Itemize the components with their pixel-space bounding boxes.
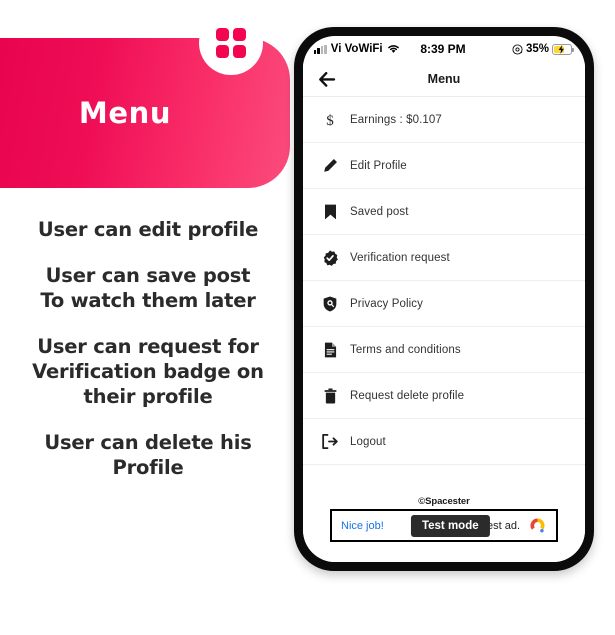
shield-eye-icon	[319, 295, 341, 312]
ad-area: ©Spacester Nice job! test ad. Test mode	[303, 494, 585, 562]
page-title: Menu	[427, 72, 461, 86]
menu-item-earnings[interactable]: $ Earnings : $0.107	[303, 97, 585, 143]
four-squares-grid-icon	[216, 28, 246, 58]
menu-item-label: Terms and conditions	[350, 343, 461, 356]
ad-link[interactable]: Nice job!	[341, 520, 384, 532]
admob-logo-icon	[530, 518, 545, 533]
menu-item-label: Saved post	[350, 205, 409, 218]
carrier-label: Vi VoWiFi	[330, 43, 383, 55]
document-icon	[319, 342, 341, 358]
location-services-icon	[512, 43, 523, 55]
feature-item: User can save post To watch them later	[40, 263, 256, 312]
status-bar: Vi VoWiFi 8:39 PM 35%	[303, 36, 585, 62]
menu-item-label: Verification request	[350, 251, 450, 264]
back-arrow-icon[interactable]	[317, 69, 337, 89]
grid-dot	[233, 45, 246, 58]
status-time: 8:39 PM	[420, 42, 466, 56]
menu-item-label: Privacy Policy	[350, 297, 423, 310]
feature-item: User can request for Verification badge …	[32, 334, 264, 408]
battery-charging-icon	[552, 43, 575, 55]
battery-percent-label: 35%	[525, 43, 550, 55]
watermark-label: ©Spacester	[418, 496, 470, 507]
dollar-sign-icon: $	[319, 111, 341, 128]
grid-dot	[233, 28, 246, 41]
grid-dot	[216, 28, 229, 41]
menu-item-logout[interactable]: Logout	[303, 419, 585, 465]
menu-item-verification-request[interactable]: Verification request	[303, 235, 585, 281]
feature-item: User can delete his Profile	[44, 430, 252, 479]
menu-item-request-delete-profile[interactable]: Request delete profile	[303, 373, 585, 419]
menu-item-saved-post[interactable]: Saved post	[303, 189, 585, 235]
logout-icon	[319, 434, 341, 449]
status-bar-right: 35%	[466, 43, 575, 55]
app-bar: Menu	[303, 62, 585, 96]
menu-item-edit-profile[interactable]: Edit Profile	[303, 143, 585, 189]
menu-item-label: Logout	[350, 435, 386, 448]
ad-banner[interactable]: Nice job! test ad. Test mode	[330, 509, 558, 542]
phone-screen: Vi VoWiFi 8:39 PM 35% Menu $ Earnings: …	[303, 36, 585, 562]
menu-item-label: Earnings : $0.107	[350, 113, 442, 126]
menu-item-label: Request delete profile	[350, 389, 465, 402]
feature-item: User can edit profile	[37, 218, 259, 241]
signal-bars-icon	[314, 44, 327, 54]
feature-list: User can edit profile User can save post…	[0, 218, 296, 502]
wifi-icon	[387, 45, 399, 53]
pencil-icon	[319, 158, 341, 173]
bookmark-icon	[319, 204, 341, 220]
menu-item-terms-conditions[interactable]: Terms and conditions	[303, 327, 585, 373]
grid-dot	[216, 45, 229, 58]
menu-item-privacy-policy[interactable]: Privacy Policy	[303, 281, 585, 327]
menu-list: $ Earnings : $0.107 Edit Profile Saved p…	[303, 96, 585, 494]
phone-mockup: Vi VoWiFi 8:39 PM 35% Menu $ Earnings: …	[294, 27, 594, 571]
verified-badge-icon	[319, 249, 341, 266]
trash-icon	[319, 387, 341, 404]
app-logo-badge	[199, 11, 263, 75]
svg-text:$: $	[326, 113, 334, 128]
status-bar-left: Vi VoWiFi	[314, 43, 420, 55]
menu-item-label: Edit Profile	[350, 159, 407, 172]
test-mode-badge: Test mode	[410, 514, 490, 537]
